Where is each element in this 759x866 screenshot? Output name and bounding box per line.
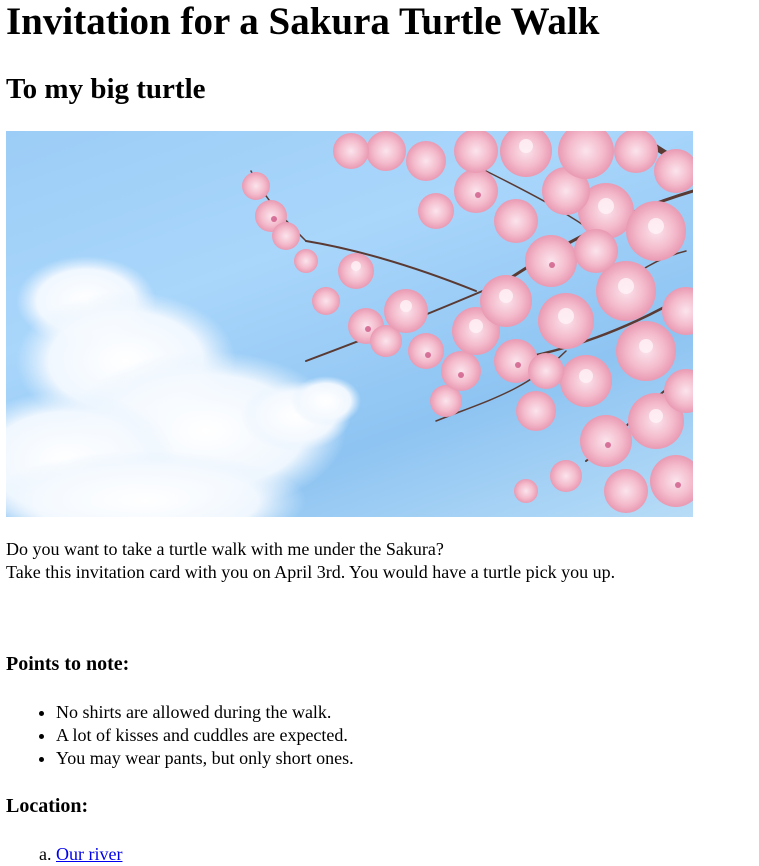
list-item: A lot of kisses and cuddles are expected… [56,724,354,747]
intro-line-2: Take this invitation card with you on Ap… [6,562,616,582]
page-subtitle: To my big turtle [6,73,206,105]
location-list: Our river [6,843,122,866]
sakura-image [6,131,693,517]
list-item: No shirts are allowed during the walk. [56,701,354,724]
list-item: You may wear pants, but only short ones. [56,747,354,770]
sakura-illustration [6,131,693,517]
location-link-our-river[interactable]: Our river [56,844,122,864]
cloud-shape [6,256,361,517]
intro-line-1: Do you want to take a turtle walk with m… [6,539,444,559]
location-heading: Location: [6,795,89,817]
page-title: Invitation for a Sakura Turtle Walk [6,0,600,43]
location-item: Our river [56,843,122,866]
points-heading: Points to note: [6,653,130,675]
points-list: No shirts are allowed during the walk. A… [6,701,354,770]
invitation-text: Do you want to take a turtle walk with m… [6,538,615,584]
